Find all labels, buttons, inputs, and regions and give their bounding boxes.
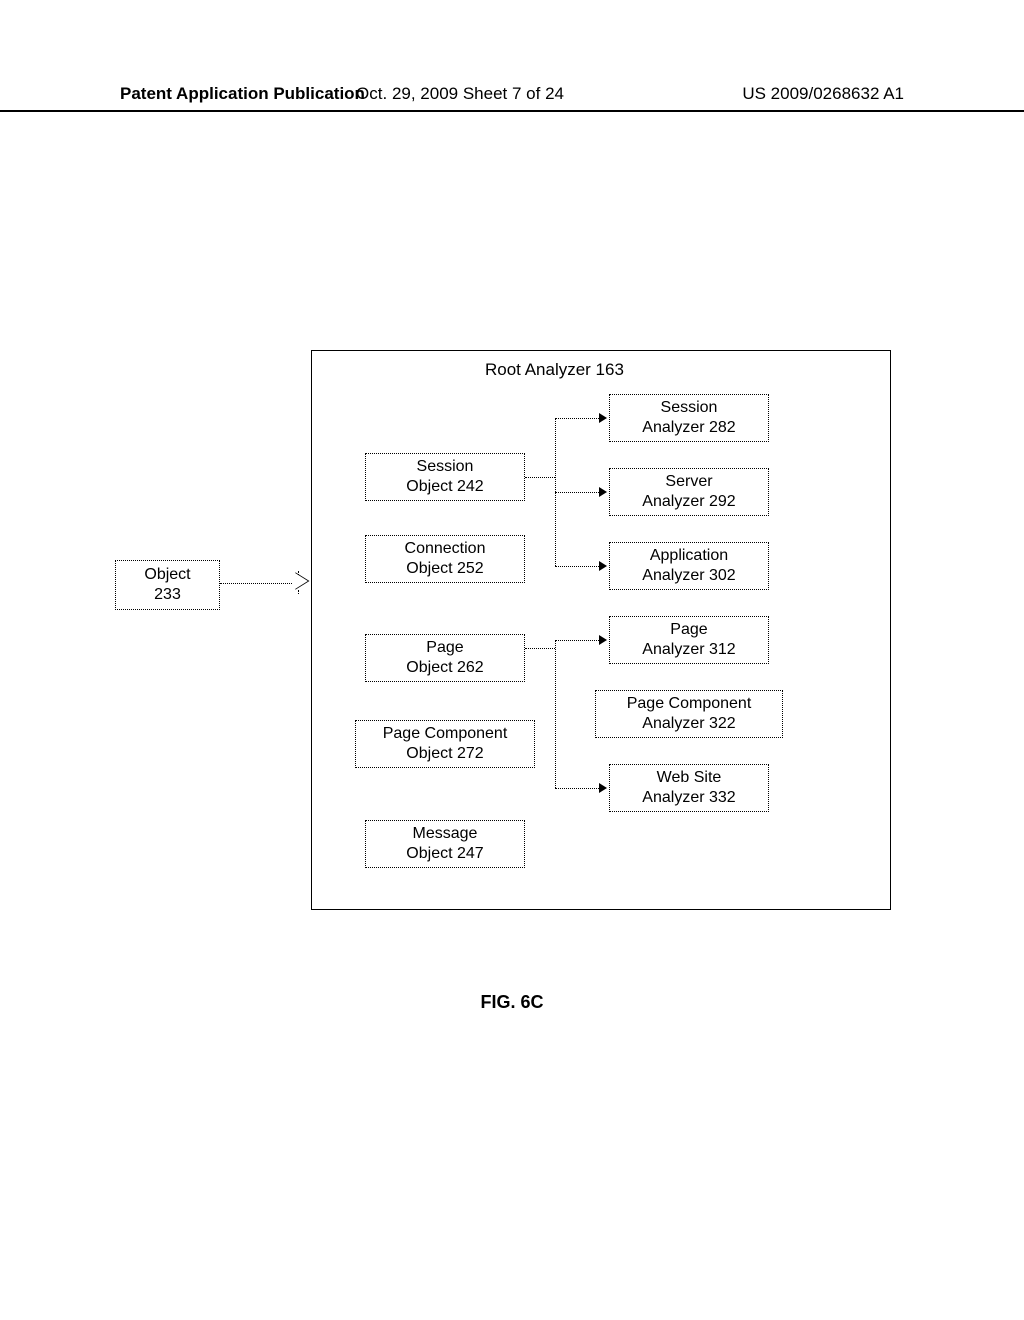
arrowhead-icon xyxy=(599,487,607,497)
arrow-notch xyxy=(298,590,299,594)
diagram-canvas: Object 233 Root Analyzer 163 Session Obj… xyxy=(115,350,915,920)
figure-caption: FIG. 6C xyxy=(0,992,1024,1013)
connector xyxy=(555,492,599,493)
connector xyxy=(555,788,599,789)
message-object-text: Message Object 247 xyxy=(406,824,483,864)
connector xyxy=(555,418,599,419)
header-mid: Oct. 29, 2009 Sheet 7 of 24 xyxy=(356,84,564,104)
web-site-analyzer-box: Web Site Analyzer 332 xyxy=(609,764,769,812)
page-component-object-box: Page Component Object 272 xyxy=(355,720,535,768)
connection-object-text: Connection Object 252 xyxy=(405,539,486,579)
session-object-text: Session Object 242 xyxy=(406,457,483,497)
application-analyzer-text: Application Analyzer 302 xyxy=(642,546,735,586)
session-object-box: Session Object 242 xyxy=(365,453,525,501)
connector xyxy=(525,477,555,478)
page-object-box: Page Object 262 xyxy=(365,634,525,682)
page-analyzer-text: Page Analyzer 312 xyxy=(642,620,735,660)
connection-object-box: Connection Object 252 xyxy=(365,535,525,583)
connector xyxy=(555,566,599,567)
connector-vertical xyxy=(555,640,556,788)
header-left: Patent Application Publication xyxy=(120,84,365,104)
open-arrowhead-icon xyxy=(292,571,312,591)
message-object-box: Message Object 247 xyxy=(365,820,525,868)
header-right: US 2009/0268632 A1 xyxy=(742,84,904,104)
page-header: Patent Application Publication Oct. 29, … xyxy=(0,84,1024,112)
page-analyzer-box: Page Analyzer 312 xyxy=(609,616,769,664)
application-analyzer-box: Application Analyzer 302 xyxy=(609,542,769,590)
page-object-text: Page Object 262 xyxy=(406,638,483,678)
arrowhead-icon xyxy=(599,561,607,571)
session-analyzer-text: Session Analyzer 282 xyxy=(642,398,735,438)
arrowhead-icon xyxy=(599,413,607,423)
session-analyzer-box: Session Analyzer 282 xyxy=(609,394,769,442)
page-component-object-text: Page Component Object 272 xyxy=(383,724,508,764)
left-object-box: Object 233 xyxy=(115,560,220,610)
arrowhead-icon xyxy=(599,635,607,645)
server-analyzer-text: Server Analyzer 292 xyxy=(642,472,735,512)
left-object-text: Object 233 xyxy=(144,565,190,605)
connector-line xyxy=(220,583,292,584)
connector xyxy=(525,648,555,649)
page-component-analyzer-box: Page Component Analyzer 322 xyxy=(595,690,783,738)
arrowhead-icon xyxy=(599,783,607,793)
web-site-analyzer-text: Web Site Analyzer 332 xyxy=(642,768,735,808)
page-component-analyzer-text: Page Component Analyzer 322 xyxy=(627,694,752,734)
connector xyxy=(555,640,599,641)
root-analyzer-label: Root Analyzer 163 xyxy=(485,360,624,380)
arrow-notch xyxy=(298,571,299,575)
server-analyzer-box: Server Analyzer 292 xyxy=(609,468,769,516)
